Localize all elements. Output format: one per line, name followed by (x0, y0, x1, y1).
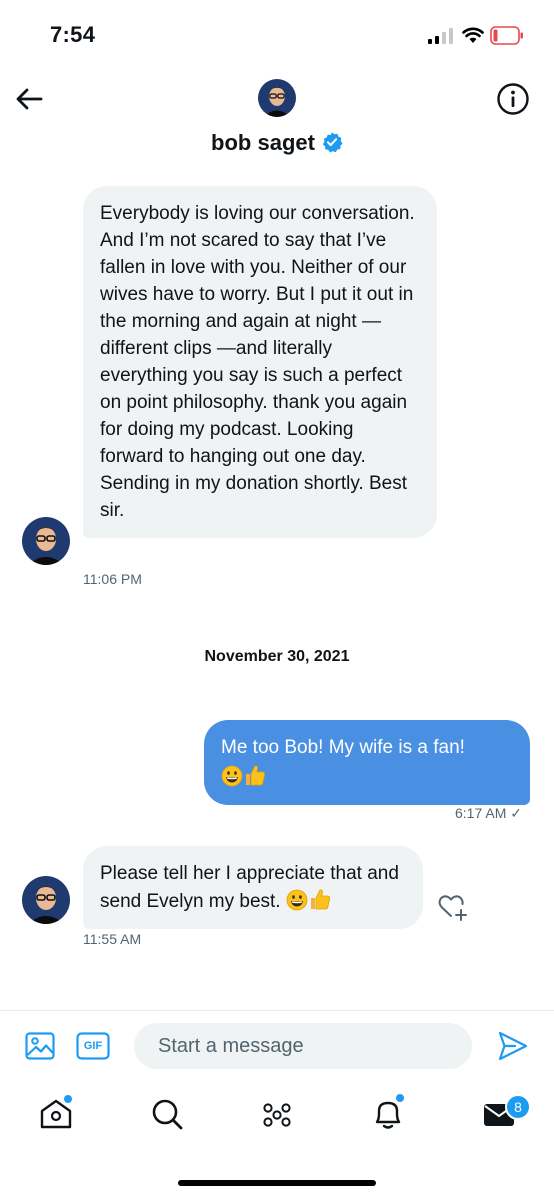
thumbs-up-emoji-icon (246, 765, 266, 786)
message-bubble-outgoing[interactable]: Me too Bob! My wife is a fan! (204, 720, 530, 805)
send-icon[interactable] (498, 1030, 528, 1062)
message-text: Me too Bob! My wife is a fan! (221, 737, 465, 758)
cellular-signal-icon (428, 28, 453, 44)
tab-home[interactable] (38, 1095, 74, 1132)
message-timestamp: 11:06 PM (83, 571, 142, 587)
sender-avatar[interactable] (22, 517, 70, 565)
message-text: Please tell her I appreciate that and se… (100, 863, 399, 912)
search-icon (152, 1099, 183, 1130)
grinning-face-emoji-icon (286, 889, 308, 911)
tab-spaces[interactable] (259, 1096, 295, 1132)
back-arrow-icon[interactable] (14, 84, 44, 114)
tab-notifications[interactable] (370, 1094, 406, 1132)
gif-label: GIF (83, 1040, 103, 1052)
message-bubble-incoming[interactable]: Please tell her I appreciate that and se… (83, 846, 423, 929)
verified-badge-icon (322, 132, 343, 153)
emoji-row (221, 763, 512, 791)
date-separator: November 30, 2021 (204, 648, 350, 665)
message-bubble-incoming[interactable]: Everybody is loving our conversation. An… (83, 186, 437, 538)
composer-divider (0, 1010, 554, 1011)
message-timestamp-read: 6:17 AM ✓ (455, 805, 522, 821)
message-text: Everybody is loving our conversation. An… (100, 203, 415, 521)
sender-avatar[interactable] (22, 876, 70, 924)
avatar-image (258, 79, 296, 117)
grinning-face-emoji-icon (221, 765, 243, 787)
spaces-icon (263, 1103, 291, 1127)
avatar-image (22, 517, 70, 565)
info-icon[interactable] (496, 82, 530, 116)
message-timestamp: 11:55 AM (83, 931, 142, 947)
gif-button[interactable]: GIF (76, 1032, 110, 1060)
notifications-dot (396, 1094, 404, 1102)
status-time: 7:54 (50, 22, 96, 47)
avatar-image (22, 876, 70, 924)
contact-name: bob saget (211, 130, 315, 155)
add-reaction-heart-icon[interactable] (436, 890, 470, 924)
message-input[interactable]: Start a message (134, 1023, 472, 1069)
battery-icon (490, 26, 523, 45)
tab-search[interactable] (149, 1096, 185, 1132)
home-indicator (178, 1180, 376, 1186)
header-avatar[interactable] (258, 79, 296, 117)
thumbs-up-emoji-icon (310, 889, 330, 910)
messages-badge: 8 (505, 1094, 531, 1120)
message-input-placeholder: Start a message (158, 1035, 304, 1057)
wifi-icon (462, 27, 484, 43)
conversation-title[interactable]: bob saget (0, 130, 554, 156)
media-image-icon[interactable] (24, 1030, 56, 1062)
home-notification-dot (64, 1095, 72, 1103)
